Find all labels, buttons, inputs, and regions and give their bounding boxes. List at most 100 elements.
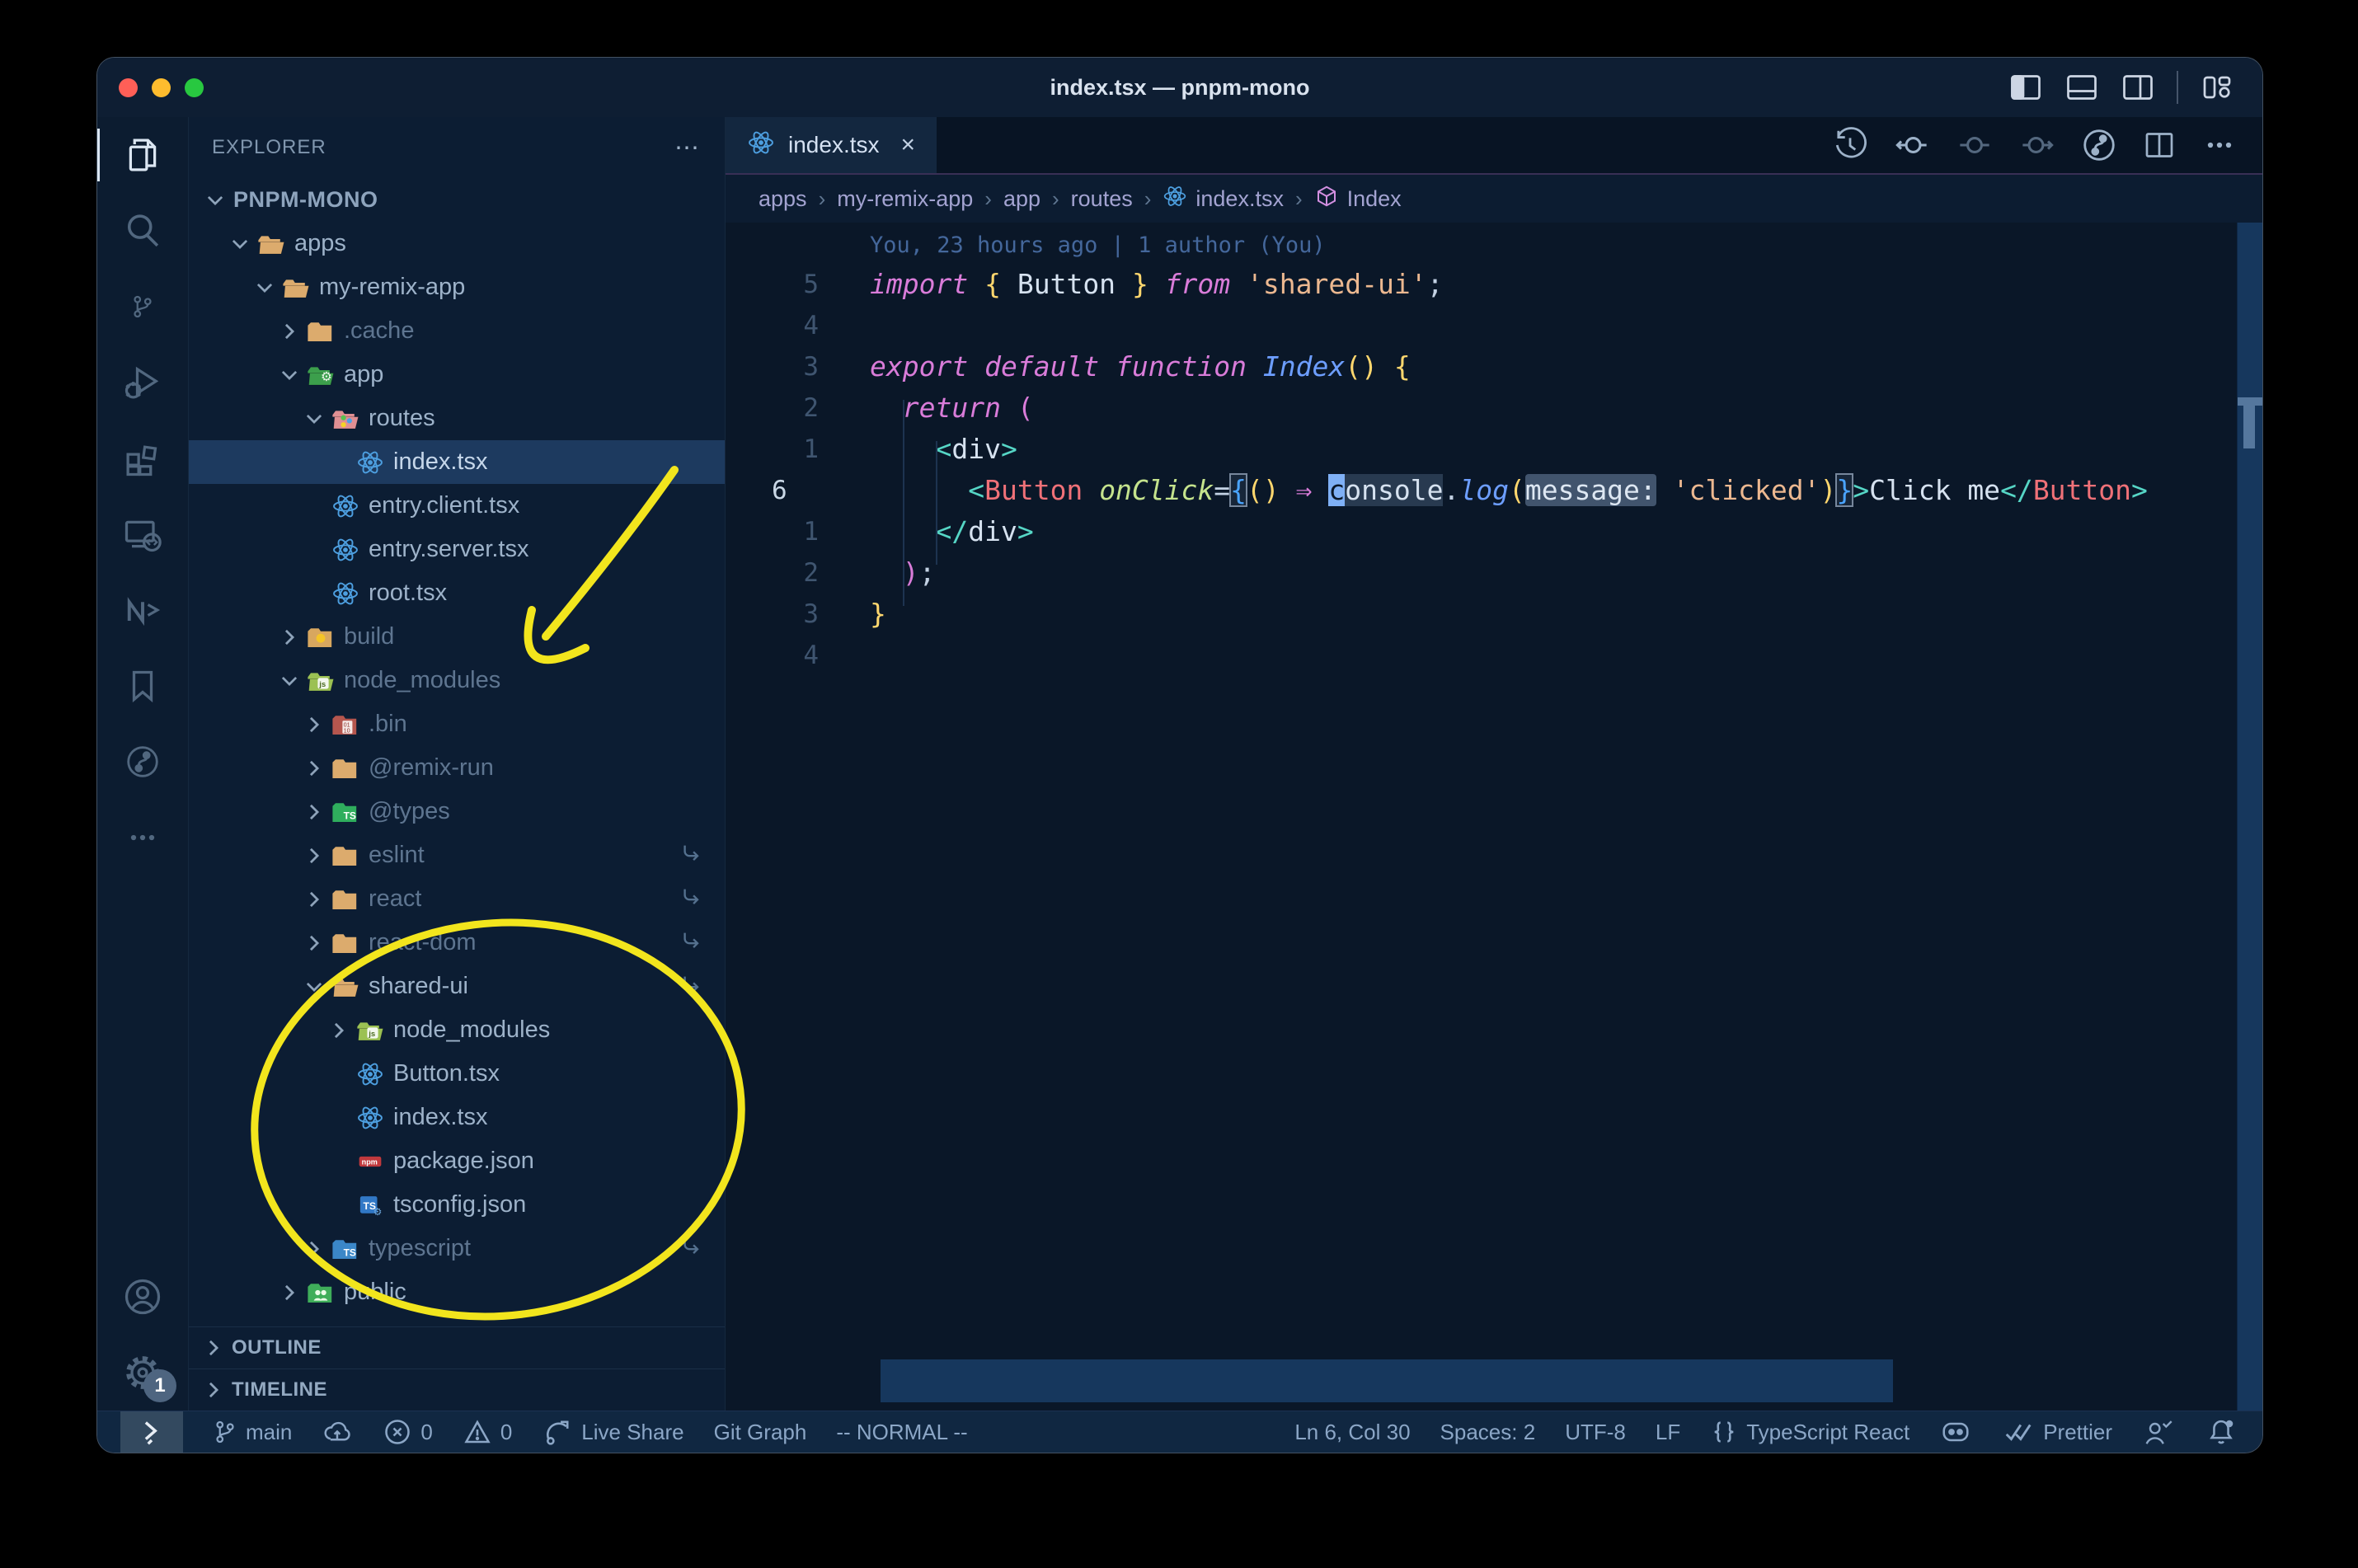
panel-right-icon[interactable]: [2121, 71, 2155, 104]
chevron-right-icon[interactable]: [301, 932, 327, 954]
split-editor-button[interactable]: [2142, 128, 2177, 162]
tab-index.tsx[interactable]: index.tsx ×: [726, 117, 937, 173]
tree-item-node_modules[interactable]: js node_modules: [189, 1008, 725, 1052]
activity-run-debug[interactable]: [97, 345, 188, 420]
activity-bookmarks[interactable]: [97, 648, 188, 724]
chevron-right-icon[interactable]: [301, 714, 327, 735]
tree-item-package.json[interactable]: npm package.json: [189, 1139, 725, 1183]
timeline-history-button[interactable]: [1832, 127, 1868, 163]
breadcrumb-app[interactable]: app: [1003, 186, 1040, 212]
gitlens-compare-next-button[interactable]: [2018, 126, 2056, 164]
chevron-right-icon[interactable]: [326, 1020, 352, 1041]
breadcrumb-apps[interactable]: apps: [759, 186, 807, 212]
tree-item-routes[interactable]: routes: [189, 397, 725, 440]
chevron-right-icon[interactable]: [301, 889, 327, 910]
chevron-down-icon[interactable]: [202, 190, 228, 211]
status-remote-indicator[interactable]: [120, 1411, 183, 1453]
status-warnings[interactable]: 0: [463, 1417, 512, 1447]
status-notifications[interactable]: [2205, 1415, 2238, 1448]
tree-item-.bin[interactable]: 01 10 .bin: [189, 702, 725, 746]
tree-item-build[interactable]: build: [189, 615, 725, 659]
panel-left-icon[interactable]: [2008, 71, 2043, 104]
minimize-window-button[interactable]: [152, 77, 171, 97]
more-actions-button[interactable]: [2201, 127, 2238, 163]
close-tab-icon[interactable]: ×: [901, 131, 916, 159]
status-vim-mode[interactable]: -- NORMAL --: [836, 1420, 967, 1445]
breadcrumb-my-remix-app[interactable]: my-remix-app: [837, 186, 973, 212]
tree-item-entry.client.tsx[interactable]: entry.client.tsx: [189, 484, 725, 528]
chevron-right-icon[interactable]: [301, 758, 327, 779]
chevron-down-icon[interactable]: [301, 408, 327, 430]
status-copilot[interactable]: [1939, 1415, 1972, 1448]
activity-more-views[interactable]: [97, 800, 188, 876]
status-feedback[interactable]: [2142, 1415, 2175, 1448]
tree-item-public[interactable]: public: [189, 1270, 725, 1314]
status-language-mode[interactable]: TypeScript React: [1710, 1418, 1909, 1446]
tree-item-typescript[interactable]: TS typescript: [189, 1227, 725, 1270]
status-eol[interactable]: LF: [1656, 1420, 1680, 1445]
chevron-down-icon[interactable]: [301, 976, 327, 998]
tree-item-PNPM-MONO[interactable]: PNPM-MONO: [189, 178, 725, 222]
chevron-right-icon[interactable]: [276, 1282, 303, 1303]
status-indentation[interactable]: Spaces: 2: [1440, 1420, 1536, 1445]
activity-extensions[interactable]: [97, 420, 188, 496]
status-encoding[interactable]: UTF-8: [1565, 1420, 1626, 1445]
git-graph-view-button[interactable]: [2081, 127, 2117, 163]
tree-item-node_modules[interactable]: js node_modules: [189, 659, 725, 702]
breadcrumb-Index[interactable]: Index: [1314, 184, 1402, 214]
status-prettier[interactable]: Prettier: [2002, 1415, 2112, 1448]
activity-explorer[interactable]: [97, 117, 188, 193]
zoom-window-button[interactable]: [185, 77, 204, 97]
tree-item-react[interactable]: react: [189, 877, 725, 921]
gitlens-compare-prev-button[interactable]: [1893, 126, 1931, 164]
activity-git-graph[interactable]: [97, 724, 188, 800]
chevron-down-icon[interactable]: [227, 233, 253, 255]
status-cursor-position[interactable]: Ln 6, Col 30: [1294, 1420, 1410, 1445]
tree-item-@remix-run[interactable]: @remix-run: [189, 746, 725, 790]
close-window-button[interactable]: [119, 77, 138, 97]
tree-item-index.tsx[interactable]: index.tsx: [189, 440, 725, 484]
status-git-branch[interactable]: main: [213, 1420, 292, 1445]
activity-search[interactable]: [97, 193, 188, 269]
chevron-down-icon[interactable]: [276, 670, 303, 692]
chevron-right-icon[interactable]: [301, 845, 327, 866]
tree-item-Button.tsx[interactable]: Button.tsx: [189, 1052, 725, 1096]
tree-item-tsconfig.json[interactable]: TS ⚙ tsconfig.json: [189, 1183, 725, 1227]
status-git-graph[interactable]: Git Graph: [714, 1420, 807, 1445]
horizontal-scrollbar[interactable]: [881, 1359, 1893, 1402]
status-errors[interactable]: 0: [383, 1417, 433, 1447]
activity-source-control[interactable]: [97, 269, 188, 345]
tree-item-.cache[interactable]: .cache: [189, 309, 725, 353]
activity-settings[interactable]: 1: [97, 1335, 188, 1411]
tree-item-apps[interactable]: apps: [189, 222, 725, 265]
chevron-right-icon[interactable]: [301, 801, 327, 823]
status-sync-publish[interactable]: [322, 1416, 353, 1448]
panel-bottom-icon[interactable]: [2064, 71, 2099, 104]
vertical-scrollbar[interactable]: [2237, 223, 2262, 1411]
sidebar-section-outline[interactable]: OUTLINE: [189, 1326, 725, 1368]
layout-customize-icon[interactable]: [2200, 71, 2234, 104]
tree-item-my-remix-app[interactable]: my-remix-app: [189, 265, 725, 309]
gitlens-annotate-button[interactable]: [1956, 126, 1994, 164]
tree-item-app[interactable]: ⚙ app: [189, 353, 725, 397]
tree-item-eslint[interactable]: eslint: [189, 833, 725, 877]
chevron-down-icon[interactable]: [251, 277, 278, 298]
tree-item-entry.server.tsx[interactable]: entry.server.tsx: [189, 528, 725, 571]
breadcrumb-index.tsx[interactable]: index.tsx: [1163, 184, 1284, 214]
chevron-right-icon[interactable]: [276, 321, 303, 342]
tree-item-root.tsx[interactable]: root.tsx: [189, 571, 725, 615]
chevron-right-icon[interactable]: [276, 627, 303, 648]
explorer-more-icon[interactable]: ⋯: [674, 134, 702, 162]
tree-item-react-dom[interactable]: react-dom: [189, 921, 725, 965]
activity-accounts[interactable]: [97, 1259, 188, 1335]
chevron-right-icon[interactable]: [301, 1238, 327, 1260]
activity-remote-explorer[interactable]: [97, 496, 188, 572]
code-editor[interactable]: You, 23 hours ago | 1 author (You) 5 impo…: [726, 223, 2262, 1411]
activity-nx-console[interactable]: [97, 572, 188, 648]
tree-item-index.tsx[interactable]: index.tsx: [189, 1096, 725, 1139]
chevron-down-icon[interactable]: [276, 364, 303, 386]
status-live-share[interactable]: Live Share: [542, 1416, 684, 1448]
tree-item-@types[interactable]: TS @types: [189, 790, 725, 833]
tree-item-shared-ui[interactable]: shared-ui: [189, 965, 725, 1008]
sidebar-section-timeline[interactable]: TIMELINE: [189, 1368, 725, 1411]
